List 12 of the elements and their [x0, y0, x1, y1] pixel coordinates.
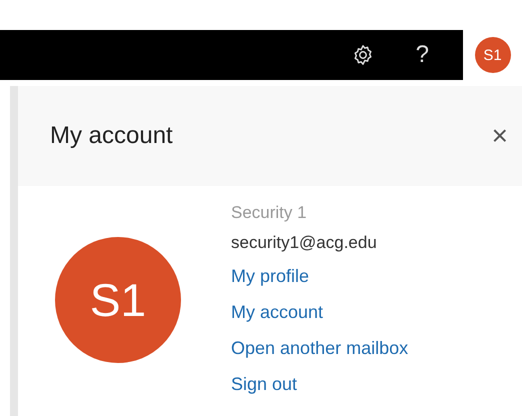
panel-title: My account — [50, 122, 173, 150]
account-link[interactable]: Open another mailbox — [231, 330, 408, 366]
settings-icon[interactable] — [352, 44, 374, 66]
help-button[interactable]: ? — [416, 41, 429, 69]
user-email: security1@acg.edu — [231, 232, 377, 254]
avatar-button[interactable]: S1 — [474, 37, 510, 73]
account-link[interactable]: My profile — [231, 258, 310, 294]
avatar: S1 — [55, 237, 181, 363]
account-link[interactable]: My account — [231, 294, 324, 330]
user-name: Security 1 — [231, 202, 307, 224]
close-button[interactable]: × — [492, 120, 508, 152]
account-link[interactable]: Sign out — [231, 366, 298, 402]
